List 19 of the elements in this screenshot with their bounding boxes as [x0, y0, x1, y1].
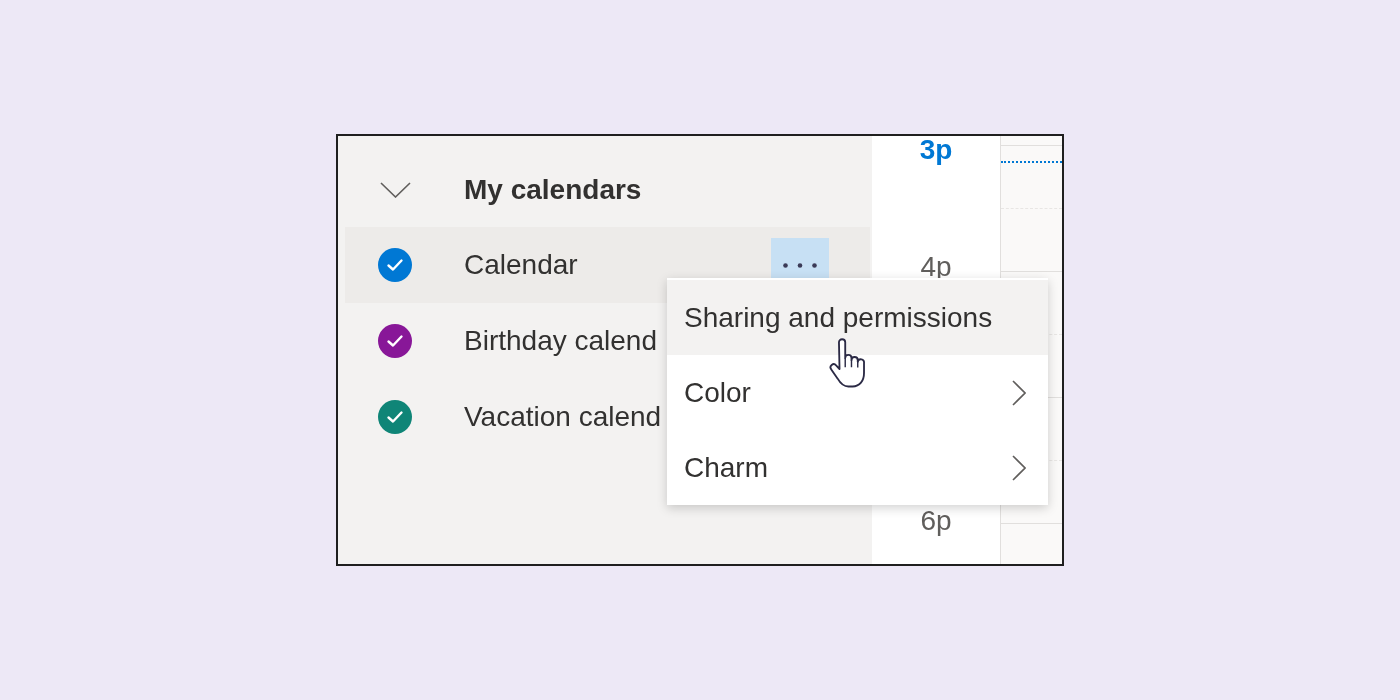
menu-item[interactable]: Color — [667, 355, 1048, 430]
hand-cursor-icon — [829, 338, 866, 388]
chevron-right-icon — [1012, 454, 1026, 481]
check-circle-icon[interactable] — [378, 324, 412, 358]
more-icon — [783, 262, 817, 268]
time-label: 3p — [919, 136, 953, 164]
chevron-right-icon — [1012, 379, 1026, 406]
menu-item[interactable]: Charm — [667, 430, 1048, 505]
calendar-name: Vacation calend — [464, 400, 662, 434]
calendar-name: Calendar — [464, 248, 578, 282]
calendar-name: Birthday calend — [464, 324, 657, 358]
check-circle-icon[interactable] — [378, 248, 412, 282]
menu-item[interactable]: Sharing and permissions — [667, 280, 1048, 355]
current-time-line — [1001, 161, 1062, 163]
check-circle-icon[interactable] — [378, 400, 412, 434]
time-label: 4p — [920, 253, 952, 281]
section-title[interactable]: My calendars — [464, 172, 642, 207]
chevron-down-icon[interactable] — [379, 181, 411, 198]
time-label: 6p — [920, 507, 952, 535]
